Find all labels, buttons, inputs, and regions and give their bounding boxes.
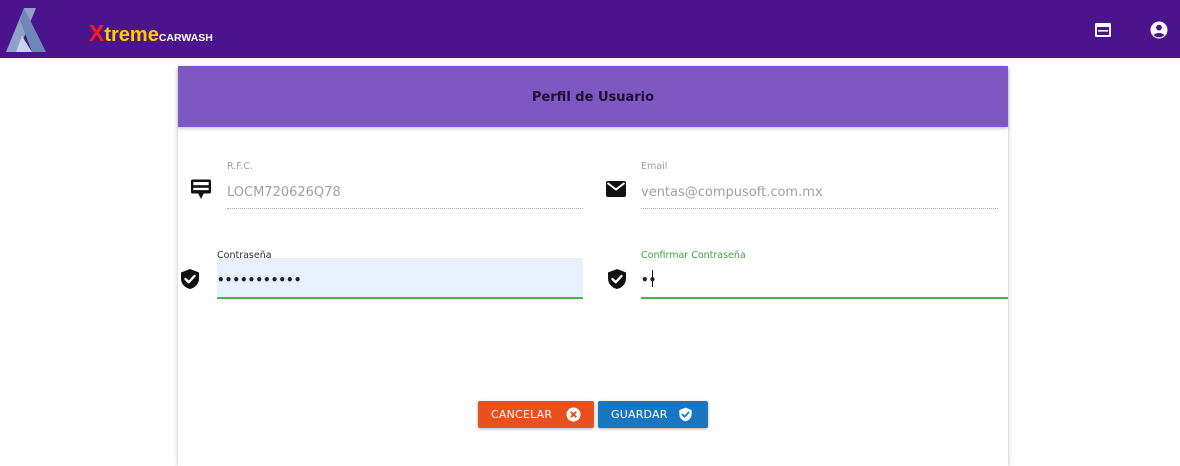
cancel-button-label: CANCELAR	[491, 408, 553, 421]
email-input[interactable]: ventas@compusoft.com.mx	[641, 185, 823, 200]
rfc-underline	[227, 208, 583, 209]
password-input[interactable]: •••••••••••	[217, 273, 301, 287]
email-label: Email	[641, 161, 668, 172]
close-circle-icon	[566, 407, 581, 422]
cancel-button[interactable]: CANCELAR	[478, 401, 594, 428]
rfc-input[interactable]: LOCM720626Q78	[227, 185, 341, 200]
shield-check-icon	[679, 407, 692, 422]
top-app-bar: XtremeCARWASH	[0, 0, 1180, 58]
brand-x: X	[89, 20, 105, 46]
text-caret	[652, 270, 653, 287]
brand-wordmark[interactable]: XtremeCARWASH	[89, 20, 213, 46]
rfc-label: R.F.C.	[227, 161, 253, 172]
envelope-icon	[606, 181, 626, 197]
window-icon[interactable]	[1093, 20, 1113, 40]
confirm-password-input[interactable]: ••	[641, 273, 656, 287]
shield-check-icon	[608, 269, 626, 289]
brand-carwash: CARWASH	[158, 32, 213, 44]
card-header: Perfil de Usuario	[178, 66, 1008, 127]
confirm-password-label: Confirmar Contraseña	[641, 250, 746, 261]
shield-check-icon	[181, 269, 199, 289]
save-button[interactable]: GUARDAR	[598, 401, 708, 428]
password-underline	[217, 297, 583, 299]
password-label: Contraseña	[217, 250, 272, 261]
id-badge-icon	[191, 179, 211, 199]
brand-treme: treme	[104, 24, 159, 46]
save-button-label: GUARDAR	[611, 408, 668, 421]
page-title: Perfil de Usuario	[531, 90, 655, 105]
confirm-password-underline	[641, 297, 1008, 299]
email-underline	[641, 208, 998, 209]
user-account-icon[interactable]	[1149, 20, 1169, 40]
logo-icon	[6, 8, 46, 52]
